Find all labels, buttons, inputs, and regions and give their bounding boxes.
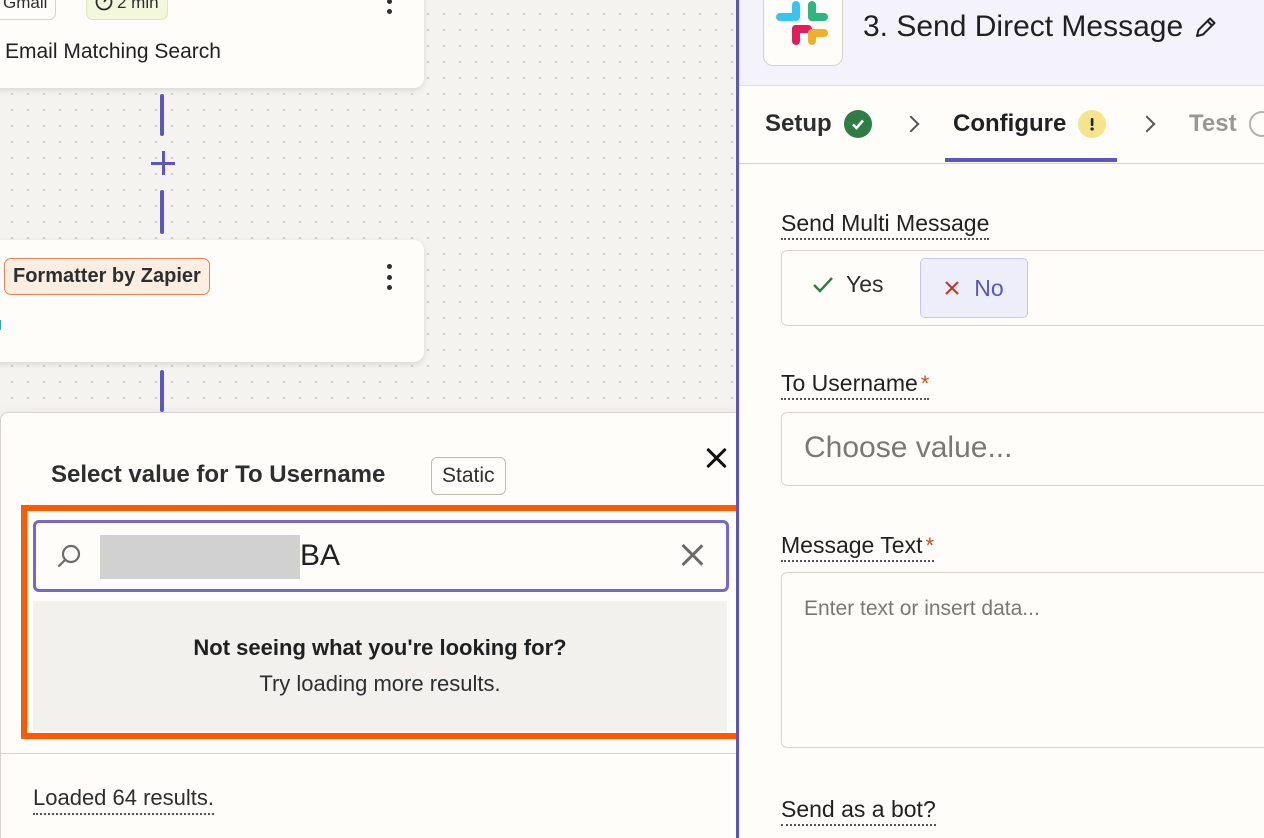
step-title: Email Matching Search (5, 40, 221, 63)
panel-header: 3. Send Direct Message (739, 0, 1264, 86)
search-input[interactable]: BA (33, 520, 729, 592)
tab-configure[interactable]: Configure (953, 110, 1107, 138)
yes-no-toggle: Yes No (781, 250, 1264, 326)
popover-title: Select value for To Username (51, 461, 386, 488)
add-step-button[interactable] (150, 150, 176, 176)
select-value-popover: Select value for To Username Static BA N… (0, 412, 761, 838)
app-pill-formatter: Formatter by Zapier (4, 258, 210, 295)
step-card-email-search[interactable]: Gmail 2 min Email Matching Search (0, 0, 424, 88)
to-username-select[interactable]: Choose value... (781, 412, 1264, 486)
textarea-placeholder: Enter text or insert data... (804, 597, 1040, 620)
static-badge[interactable]: Static (431, 457, 506, 495)
label-text: Send as a bot? (781, 796, 936, 822)
step-card-formatter[interactable]: Formatter by Zapier (0, 240, 424, 362)
no-button[interactable]: No (920, 258, 1028, 318)
yes-label: Yes (846, 271, 884, 297)
tab-label: Setup (765, 110, 832, 137)
connector-line (160, 94, 164, 136)
clear-search-icon[interactable] (676, 539, 708, 571)
connector-line (160, 370, 164, 412)
label-text: Message Text (781, 532, 923, 558)
select-placeholder: Choose value... (804, 431, 1013, 464)
yes-button[interactable]: Yes (812, 271, 884, 298)
step-title: 3. Send Direct Message (863, 10, 1184, 43)
tab-test[interactable]: Test (1189, 110, 1264, 138)
search-value: BA (300, 539, 341, 572)
label-text: Send Multi Message (781, 210, 990, 236)
label-text: To Username (781, 370, 918, 396)
load-more-link[interactable]: Try loading more results. (33, 671, 727, 697)
duration-pill: 2 min (86, 0, 168, 20)
chevron-right-icon (1138, 115, 1156, 133)
redacted-text (100, 535, 300, 579)
divider (1, 753, 761, 754)
duration-label: 2 min (117, 0, 159, 12)
empty-results: Not seeing what you're looking for? Try … (33, 601, 727, 731)
no-label: No (974, 274, 1004, 301)
loaded-count: Loaded 64 results. (33, 785, 215, 815)
close-icon[interactable] (701, 443, 731, 473)
app-pill-gmail: Gmail (0, 0, 57, 20)
more-options-icon[interactable] (386, 264, 392, 290)
pending-icon (1248, 111, 1264, 137)
slack-icon (763, 0, 843, 66)
field-label-message-text: Message Text * (781, 532, 935, 562)
field-label-to-username: To Username * (781, 370, 930, 400)
step-tabs: Setup Configure Test (739, 86, 1264, 164)
tab-setup[interactable]: Setup (765, 110, 872, 138)
search-icon (57, 544, 81, 568)
tab-label: Test (1189, 110, 1237, 137)
check-icon (813, 276, 833, 293)
field-label-send-as-bot: Send as a bot? (781, 796, 936, 826)
more-options-icon[interactable] (386, 0, 392, 14)
step-editor-panel: 3. Send Direct Message Setup Configure T… (736, 0, 1264, 838)
warning-icon (1078, 110, 1107, 138)
tab-label: Configure (953, 110, 1067, 137)
empty-heading: Not seeing what you're looking for? (193, 635, 567, 660)
clock-icon (95, 0, 113, 11)
check-circle-icon (843, 110, 872, 138)
connector-line (160, 190, 164, 234)
chevron-right-icon (902, 115, 920, 133)
slack-logo (776, 1, 828, 45)
required-marker: * (925, 533, 935, 558)
active-tab-indicator (945, 158, 1117, 162)
x-icon (945, 281, 960, 295)
field-label-send-multi: Send Multi Message (781, 210, 990, 240)
message-text-field[interactable]: Enter text or insert data... (781, 572, 1264, 748)
edit-icon[interactable] (1193, 14, 1219, 40)
step-indicator (0, 320, 1, 330)
required-marker: * (920, 371, 930, 396)
